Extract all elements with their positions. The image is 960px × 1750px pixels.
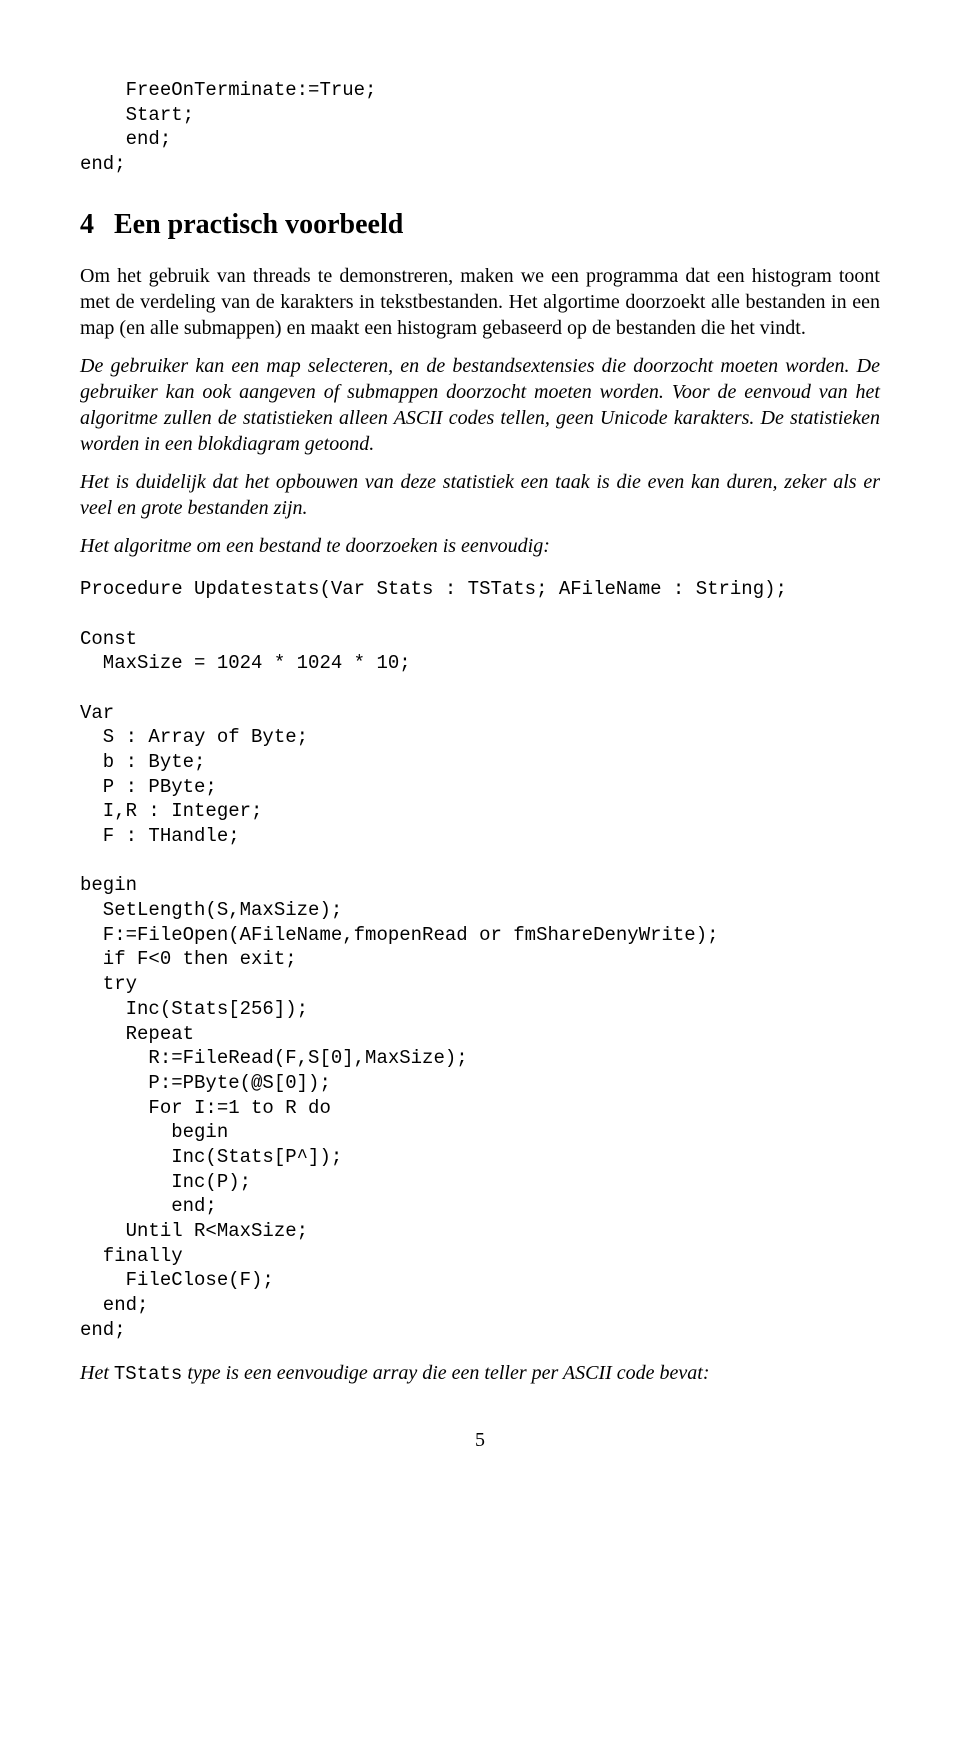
section-number: 4 bbox=[80, 207, 94, 243]
code-block-2: Procedure Updatestats(Var Stats : TSTats… bbox=[80, 577, 880, 1342]
section-heading: 4 Een practisch voorbeeld bbox=[80, 207, 880, 243]
para5-text-pre: Het bbox=[80, 1362, 114, 1384]
code-block-1: FreeOnTerminate:=True; Start; end; end; bbox=[80, 78, 880, 177]
section-title: Een practisch voorbeeld bbox=[114, 209, 403, 240]
paragraph-4: Het algoritme om een bestand te doorzoek… bbox=[80, 533, 880, 559]
para5-text-post: type is een eenvoudige array die een tel… bbox=[182, 1362, 709, 1384]
paragraph-5: Het TStats type is een eenvoudige array … bbox=[80, 1360, 880, 1387]
inline-code-tstats: TStats bbox=[114, 1363, 182, 1385]
paragraph-2: De gebruiker kan een map selecteren, en … bbox=[80, 353, 880, 457]
page-number: 5 bbox=[80, 1427, 880, 1453]
paragraph-1: Om het gebruik van threads te demonstrer… bbox=[80, 263, 880, 341]
paragraph-3: Het is duidelijk dat het opbouwen van de… bbox=[80, 469, 880, 521]
